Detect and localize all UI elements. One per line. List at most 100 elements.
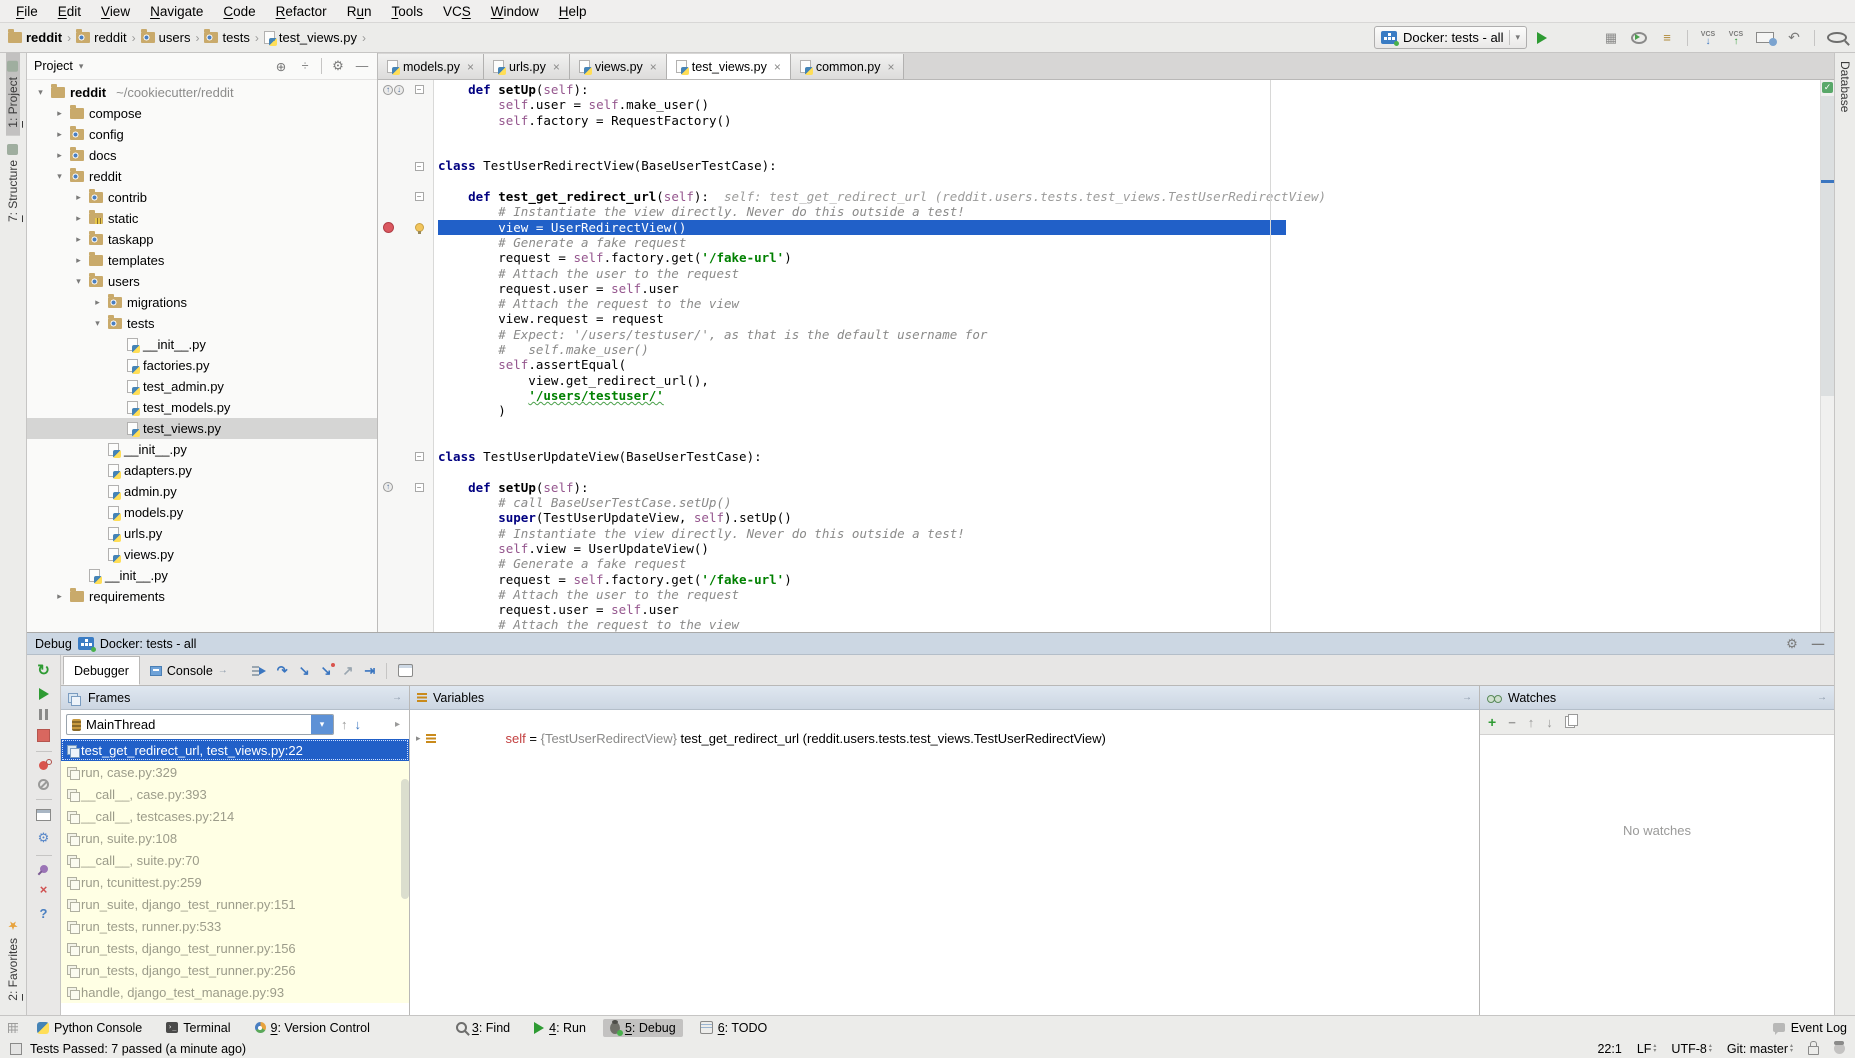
close-icon[interactable]: × xyxy=(40,882,48,897)
vcs-commit-icon[interactable]: VCS↑ xyxy=(1728,30,1744,46)
variable-row[interactable]: ▸ self = {TestUserRedirectView} test_get… xyxy=(410,710,1479,767)
tree-item-tests[interactable]: ▾tests xyxy=(27,313,377,334)
stripe-tab-project[interactable]: 1: Project xyxy=(6,53,20,136)
run-icon[interactable] xyxy=(1537,32,1563,44)
chevron-down-icon[interactable]: ▾ xyxy=(311,715,333,734)
breadcrumb-item-test_views-py[interactable]: test_views.py xyxy=(264,30,357,45)
lock-icon[interactable] xyxy=(1808,1046,1819,1055)
menu-navigate[interactable]: Navigate xyxy=(140,4,213,19)
frame-row[interactable]: run_tests, django_test_runner.py:156 xyxy=(61,937,409,959)
step-into-icon[interactable]: ↘ xyxy=(299,663,310,679)
inspections-ok-icon[interactable]: ✓ xyxy=(1822,82,1833,93)
view-breakpoints-icon[interactable] xyxy=(39,761,48,770)
tree-item-config[interactable]: ▸config xyxy=(27,124,377,145)
tree-collapsed-icon[interactable]: ▸ xyxy=(92,297,103,308)
breakpoint-icon[interactable] xyxy=(383,222,394,233)
move-up-icon[interactable]: ↑ xyxy=(1528,715,1535,730)
step-out-icon[interactable]: ↗ xyxy=(343,663,354,679)
frame-row[interactable]: run_tests, django_test_runner.py:256 xyxy=(61,959,409,981)
error-stripe[interactable] xyxy=(1820,80,1834,632)
run-to-cursor-icon[interactable]: ⇥ xyxy=(364,663,375,679)
frame-row[interactable]: test_get_redirect_url, test_views.py:22 xyxy=(61,739,409,761)
tree-item-test_admin-py[interactable]: test_admin.py xyxy=(27,376,377,397)
hide-icon[interactable]: — xyxy=(1810,636,1826,652)
tree-collapsed-icon[interactable]: ▸ xyxy=(54,108,65,119)
stripe-tab-structure[interactable]: 7: Structure xyxy=(6,136,20,230)
tree-item-__init__-py[interactable]: __init__.py xyxy=(27,439,377,460)
close-tab-icon[interactable]: × xyxy=(553,60,560,74)
rollback-icon[interactable]: ↶ xyxy=(1786,30,1802,46)
tree-item-taskapp[interactable]: ▸taskapp xyxy=(27,229,377,250)
stop-icon[interactable] xyxy=(37,729,50,742)
float-window-icon[interactable]: → xyxy=(392,692,402,703)
menu-run[interactable]: Run xyxy=(337,4,382,19)
tree-item-urls-py[interactable]: urls.py xyxy=(27,523,377,544)
coverage-icon[interactable]: ▦ xyxy=(1603,30,1619,46)
fold-icon[interactable]: − xyxy=(415,452,424,461)
tree-expanded-icon[interactable]: ▾ xyxy=(73,276,84,287)
status-message[interactable]: Tests Passed: 7 passed (a minute ago) xyxy=(30,1042,246,1056)
tree-item-docs[interactable]: ▸docs xyxy=(27,145,377,166)
toolwindow-button-9-version-control[interactable]: 9: Version Control xyxy=(248,1019,377,1037)
frame-row[interactable]: run, case.py:329 xyxy=(61,761,409,783)
caret-position[interactable]: 22:1 xyxy=(1597,1042,1621,1056)
breadcrumb-item-reddit[interactable]: reddit xyxy=(8,30,62,45)
tree-item-test_models-py[interactable]: test_models.py xyxy=(27,397,377,418)
menu-view[interactable]: View xyxy=(91,4,140,19)
frame-row[interactable]: __call__, suite.py:70 xyxy=(61,849,409,871)
close-tab-icon[interactable]: × xyxy=(467,60,474,74)
tab-models-py[interactable]: models.py× xyxy=(378,54,484,79)
move-down-icon[interactable]: ↓ xyxy=(1546,715,1553,730)
thread-selector[interactable]: MainThread ▾ xyxy=(66,714,334,735)
tree-item-static[interactable]: ▸static xyxy=(27,208,377,229)
frame-row[interactable]: __call__, testcases.py:214 xyxy=(61,805,409,827)
project-tree[interactable]: ▾reddit~/cookiecutter/reddit▸compose▸con… xyxy=(27,80,377,632)
pin-icon[interactable] xyxy=(38,863,49,874)
tree-collapsed-icon[interactable]: ▸ xyxy=(73,213,84,224)
fold-icon[interactable]: − xyxy=(415,483,424,492)
scrollbar-thumb[interactable] xyxy=(1821,96,1834,396)
close-tab-icon[interactable]: × xyxy=(650,60,657,74)
expand-icon[interactable]: ▸ xyxy=(416,733,421,744)
overriding-method-icon[interactable]: ↑ xyxy=(383,482,393,492)
rerun-icon[interactable]: ↻ xyxy=(37,661,50,679)
breadcrumb-item-reddit[interactable]: reddit xyxy=(76,30,127,45)
locate-file-icon[interactable]: ⊕ xyxy=(273,58,289,74)
toolwindow-button-terminal[interactable]: ›_Terminal xyxy=(159,1019,237,1037)
menu-refactor[interactable]: Refactor xyxy=(266,4,337,19)
add-watch-icon[interactable]: + xyxy=(1488,714,1496,730)
run-targets-icon[interactable]: ≡ xyxy=(1659,30,1675,46)
frames-list[interactable]: test_get_redirect_url, test_views.py:22r… xyxy=(61,739,409,1015)
frames-scrollbar[interactable] xyxy=(401,779,409,899)
overridden-method-icon[interactable]: ↓ xyxy=(394,85,404,95)
copy-icon[interactable] xyxy=(1565,716,1575,728)
resume-icon[interactable] xyxy=(39,688,49,700)
gear-icon[interactable]: ⚙ xyxy=(1784,636,1800,652)
tab-common-py[interactable]: common.py× xyxy=(791,54,905,79)
toolwindow-button-6-todo[interactable]: 6: TODO xyxy=(693,1019,775,1037)
tree-item-admin-py[interactable]: admin.py xyxy=(27,481,377,502)
menu-tools[interactable]: Tools xyxy=(381,4,433,19)
pause-icon[interactable] xyxy=(39,709,48,720)
chevron-right-icon[interactable]: ▸ xyxy=(395,719,404,730)
tree-collapsed-icon[interactable]: ▸ xyxy=(73,192,84,203)
frame-row[interactable]: run, tcunittest.py:259 xyxy=(61,871,409,893)
execution-line-mark[interactable] xyxy=(1821,180,1834,183)
stripe-tab-favorites[interactable]: 2: Favorites★ xyxy=(6,911,20,1009)
tree-item-views-py[interactable]: views.py xyxy=(27,544,377,565)
tree-item-__init__-py[interactable]: __init__.py xyxy=(27,565,377,586)
frame-row[interactable]: handle, django_test_manage.py:93 xyxy=(61,981,409,1003)
tree-expanded-icon[interactable]: ▾ xyxy=(54,171,65,182)
gear-icon[interactable]: ⚙ xyxy=(330,58,346,74)
help-icon[interactable]: ? xyxy=(40,906,48,921)
breadcrumb-item-users[interactable]: users xyxy=(141,30,191,45)
tree-item-migrations[interactable]: ▸migrations xyxy=(27,292,377,313)
tree-item-models-py[interactable]: models.py xyxy=(27,502,377,523)
vcs-update-icon[interactable]: VCS↓ xyxy=(1700,30,1716,46)
next-frame-icon[interactable]: ↓ xyxy=(355,717,362,732)
tree-collapsed-icon[interactable]: ▸ xyxy=(54,150,65,161)
tree-item-requirements[interactable]: ▸requirements xyxy=(27,586,377,607)
previous-frame-icon[interactable]: ↑ xyxy=(341,717,348,732)
event-log-button[interactable]: Event Log xyxy=(1791,1021,1847,1035)
fold-icon[interactable]: − xyxy=(415,85,424,94)
